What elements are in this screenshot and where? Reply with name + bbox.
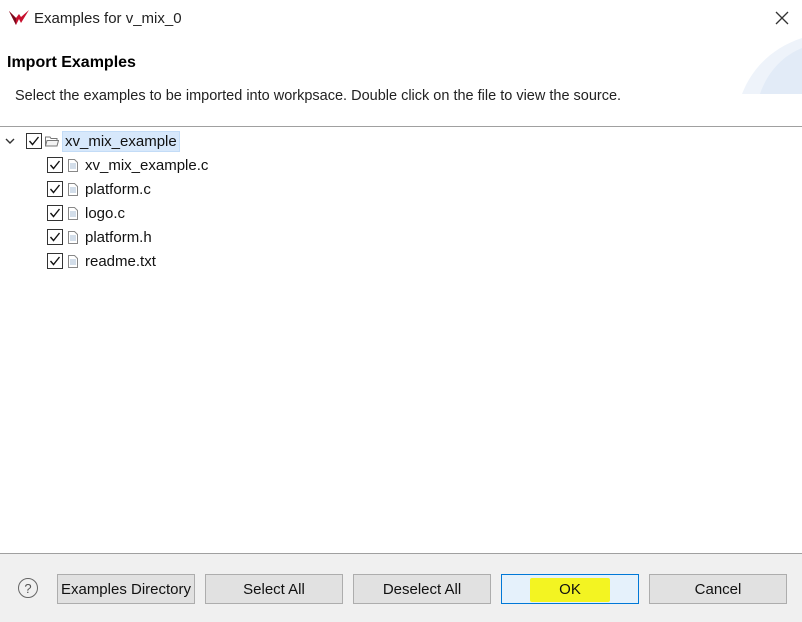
close-icon (775, 11, 789, 25)
tree-item-checkbox[interactable] (47, 229, 63, 245)
help-button[interactable]: ? (18, 578, 38, 598)
window-title: Examples for v_mix_0 (34, 10, 182, 27)
tree-item[interactable]: xv_mix_example.c (47, 153, 210, 177)
tree-root-checkbox[interactable] (26, 133, 42, 149)
file-icon (66, 229, 80, 245)
tree-item[interactable]: platform.h (47, 225, 154, 249)
examples-tree: xv_mix_example xv_mix_example.c platform… (0, 128, 802, 552)
deselect-all-button[interactable]: Deselect All (353, 574, 491, 604)
tree-item-label[interactable]: readme.txt (83, 252, 158, 271)
file-icon (66, 157, 80, 173)
ok-button[interactable]: OK (501, 574, 639, 604)
examples-directory-label: Examples Directory (60, 580, 192, 598)
cancel-label: Cancel (694, 580, 742, 598)
tree-item-label[interactable]: logo.c (83, 204, 127, 223)
page-description: Select the examples to be imported into … (15, 88, 622, 104)
folder-icon (45, 133, 59, 149)
checkmark-icon (49, 160, 61, 170)
tree-item[interactable]: readme.txt (47, 249, 158, 273)
checkmark-icon (49, 232, 61, 242)
examples-directory-button[interactable]: Examples Directory (57, 574, 195, 604)
checkmark-icon (49, 208, 61, 218)
checkmark-icon (49, 184, 61, 194)
tree-root-row[interactable]: xv_mix_example (2, 129, 180, 153)
tree-item-label[interactable]: platform.h (83, 228, 154, 247)
header-decoration (742, 38, 802, 94)
tree-item[interactable]: platform.c (47, 177, 153, 201)
checkmark-icon (28, 136, 40, 146)
tree-item-label[interactable]: xv_mix_example.c (83, 156, 210, 175)
header-divider (0, 126, 802, 127)
deselect-all-label: Deselect All (382, 580, 462, 598)
page-title: Import Examples (7, 54, 136, 71)
tree-item-checkbox[interactable] (47, 253, 63, 269)
title-bar: Examples for v_mix_0 (0, 0, 802, 38)
tree-item[interactable]: logo.c (47, 201, 127, 225)
dialog-header: Import Examples Select the examples to b… (0, 38, 802, 126)
tree-item-checkbox[interactable] (47, 205, 63, 221)
ok-label: OK (559, 580, 581, 598)
dialog-footer: ? Examples Directory Select All Deselect… (0, 554, 802, 622)
tree-item-label[interactable]: platform.c (83, 180, 153, 199)
tree-item-checkbox[interactable] (47, 181, 63, 197)
select-all-button[interactable]: Select All (205, 574, 343, 604)
select-all-label: Select All (243, 580, 305, 598)
checkmark-icon (49, 256, 61, 266)
file-icon (66, 253, 80, 269)
help-icon: ? (24, 580, 32, 596)
file-icon (66, 181, 80, 197)
vivado-logo-icon (9, 10, 29, 25)
cancel-button[interactable]: Cancel (649, 574, 787, 604)
tree-item-checkbox[interactable] (47, 157, 63, 173)
file-icon (66, 205, 80, 221)
tree-root-label[interactable]: xv_mix_example (62, 130, 180, 152)
chevron-down-icon[interactable] (2, 133, 18, 149)
close-button[interactable] (770, 6, 794, 30)
